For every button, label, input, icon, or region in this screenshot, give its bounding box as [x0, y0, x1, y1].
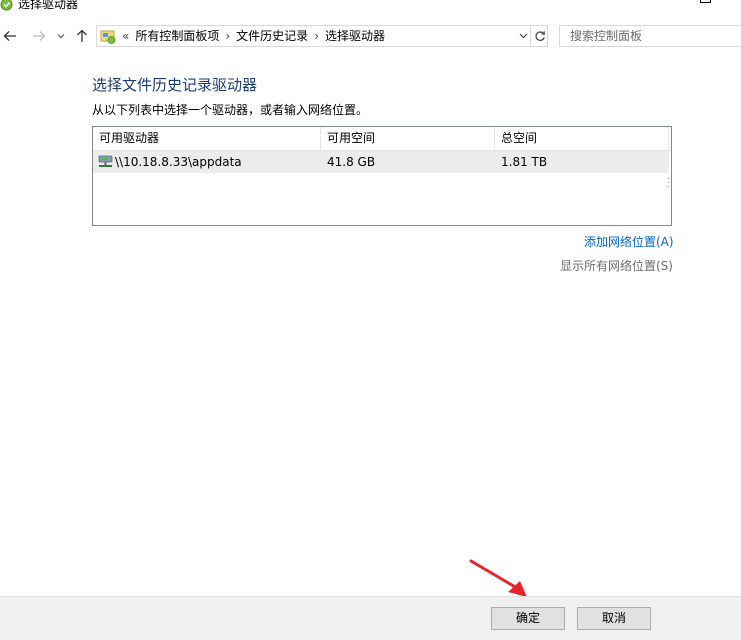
column-header-available-drive[interactable]: 可用驱动器 — [93, 127, 321, 150]
search-input[interactable]: 搜索控制面板 — [559, 25, 741, 47]
breadcrumb-item-file-history[interactable]: 文件历史记录 — [236, 29, 308, 43]
navigation-bar: « 所有控制面板项 › 文件历史记录 › 选择驱动器 搜索控制面板 — [0, 22, 741, 50]
chevron-down-icon — [57, 34, 65, 39]
column-header-total-space[interactable]: 总空间 — [495, 127, 669, 150]
breadcrumb-overflow[interactable]: « — [122, 29, 129, 43]
drive-name: \\10.18.8.33\appdata — [115, 155, 242, 169]
cancel-button[interactable]: 取消 — [577, 607, 651, 630]
title-bar: 选择驱动器 — [0, 0, 741, 14]
minimize-button[interactable] — [654, 0, 668, 8]
dialog-button-bar: 确定 取消 — [0, 596, 741, 640]
breadcrumb-separator-icon[interactable]: › — [314, 29, 319, 43]
refresh-icon — [535, 31, 545, 41]
window-title: 选择驱动器 — [18, 0, 79, 11]
drive-free-space: 41.8 GB — [327, 155, 376, 169]
ok-button[interactable]: 确定 — [491, 607, 565, 630]
control-panel-icon — [100, 30, 116, 44]
address-dropdown-button[interactable] — [517, 26, 529, 46]
add-network-location-link[interactable]: 添加网络位置(A) — [584, 234, 674, 250]
breadcrumb-item-control-panel[interactable]: 所有控制面板项 — [135, 29, 219, 43]
show-all-network-locations-link[interactable]: 显示所有网络位置(S) — [560, 258, 673, 274]
breadcrumb: « 所有控制面板项 › 文件历史记录 › 选择驱动器 — [122, 29, 385, 43]
file-history-icon — [0, 0, 13, 11]
arrow-up-icon — [77, 29, 87, 42]
list-header: 可用驱动器 可用空间 总空间 — [93, 127, 671, 151]
recent-locations-button[interactable] — [53, 22, 69, 50]
arrow-right-icon — [33, 31, 46, 41]
red-arrow-icon — [469, 559, 527, 597]
drive-total-space: 1.81 TB — [501, 155, 548, 169]
select-drive-window: 选择驱动器 « 所有控制面板项 › 文件历史记录 › 选择驱动器 搜索控制面板 … — [0, 0, 741, 640]
list-item[interactable]: \\10.18.8.33\appdata 41.8 GB 1.81 TB — [93, 151, 669, 173]
breadcrumb-item-select-drive[interactable]: 选择驱动器 — [325, 29, 385, 43]
resize-grip-icon — [668, 178, 669, 187]
forward-button[interactable] — [29, 22, 49, 50]
breadcrumb-separator-icon[interactable]: › — [225, 29, 230, 43]
maximize-button[interactable] — [699, 0, 713, 8]
refresh-button[interactable] — [530, 26, 549, 46]
arrow-left-icon — [3, 31, 16, 41]
page-title: 选择文件历史记录驱动器 — [92, 76, 258, 94]
network-drive-icon — [98, 155, 113, 167]
back-button[interactable] — [0, 22, 20, 50]
search-placeholder: 搜索控制面板 — [570, 29, 643, 43]
chevron-down-icon — [519, 33, 527, 39]
column-header-free-space[interactable]: 可用空间 — [321, 127, 495, 150]
drive-list[interactable]: 可用驱动器 可用空间 总空间 \\10.18.8.33\appdata 41.8… — [92, 126, 672, 226]
instruction-text: 从以下列表中选择一个驱动器，或者输入网络位置。 — [92, 103, 369, 117]
address-bar[interactable]: « 所有控制面板项 › 文件历史记录 › 选择驱动器 — [96, 25, 548, 47]
up-button[interactable] — [72, 22, 92, 50]
